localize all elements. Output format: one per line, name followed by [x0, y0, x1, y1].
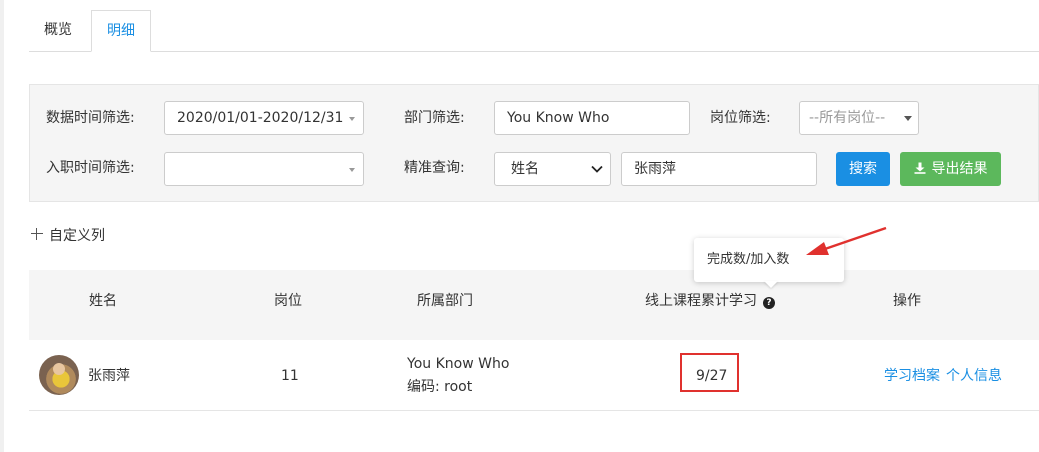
- header-position: 岗位: [274, 293, 302, 309]
- left-border: [0, 0, 4, 452]
- exact-query-value: 张雨萍: [634, 161, 676, 177]
- cell-name: 张雨萍: [88, 368, 130, 384]
- header-course-progress-label: 线上课程累计学习: [645, 293, 757, 309]
- entry-time-select[interactable]: [164, 152, 364, 186]
- cell-course-progress: 9/27: [696, 368, 728, 384]
- search-button-label: 搜索: [849, 161, 877, 177]
- position-value: --所有岗位--: [809, 110, 886, 126]
- data-time-value: 2020/01/01-2020/12/31: [177, 110, 344, 126]
- position-label: 岗位筛选:: [710, 110, 771, 126]
- exact-query-input[interactable]: 张雨萍: [621, 152, 817, 186]
- position-select[interactable]: --所有岗位--: [799, 101, 919, 135]
- tab-bar: 概览 明细: [29, 10, 1039, 52]
- data-time-select[interactable]: 2020/01/01-2020/12/31: [164, 101, 364, 135]
- tab-overview[interactable]: 概览: [29, 10, 87, 52]
- cell-dept-code: 编码: root: [407, 379, 473, 395]
- tooltip-arrow: [764, 281, 778, 288]
- header-actions: 操作: [893, 293, 921, 309]
- table-row: 张雨萍 11 You Know Who 编码: root 9/27 学习档案 个…: [29, 340, 1039, 411]
- caret-down-icon: [904, 116, 912, 121]
- red-arrow-annotation: [806, 226, 887, 255]
- exact-field-select[interactable]: 姓名: [494, 152, 611, 186]
- export-button[interactable]: 导出结果: [900, 152, 1001, 186]
- cell-dept-name: You Know Who: [407, 356, 510, 372]
- study-record-link[interactable]: 学习档案: [884, 366, 940, 386]
- table-header: 姓名 岗位 所属部门 线上课程累计学习? 操作: [29, 270, 1039, 340]
- download-icon: [914, 162, 925, 174]
- caret-down-icon: [349, 168, 355, 172]
- filter-panel: 数据时间筛选: 2020/01/01-2020/12/31 部门筛选: You …: [29, 84, 1039, 202]
- question-icon[interactable]: ?: [763, 297, 775, 309]
- export-button-label: 导出结果: [931, 161, 988, 177]
- plus-icon: [31, 228, 43, 240]
- search-button[interactable]: 搜索: [836, 152, 890, 186]
- custom-column-button[interactable]: 自定义列: [31, 226, 105, 246]
- dept-input[interactable]: You Know Who: [494, 101, 690, 135]
- avatar: [39, 355, 79, 395]
- chevron-down-icon: [591, 165, 603, 173]
- data-time-label: 数据时间筛选:: [46, 110, 135, 126]
- cell-position: 11: [281, 368, 299, 384]
- personal-info-link[interactable]: 个人信息: [946, 366, 1002, 386]
- exact-label: 精准查询:: [404, 160, 465, 176]
- entry-time-label: 入职时间筛选:: [46, 160, 135, 176]
- header-name: 姓名: [89, 293, 117, 309]
- caret-down-icon: [349, 117, 355, 121]
- dept-value: You Know Who: [507, 110, 610, 126]
- header-dept: 所属部门: [417, 293, 473, 309]
- custom-column-label: 自定义列: [49, 228, 105, 244]
- tooltip-text: 完成数/加入数: [707, 252, 790, 267]
- dept-label: 部门筛选:: [404, 110, 465, 126]
- tab-detail[interactable]: 明细: [91, 10, 151, 52]
- exact-field-value: 姓名: [511, 161, 539, 177]
